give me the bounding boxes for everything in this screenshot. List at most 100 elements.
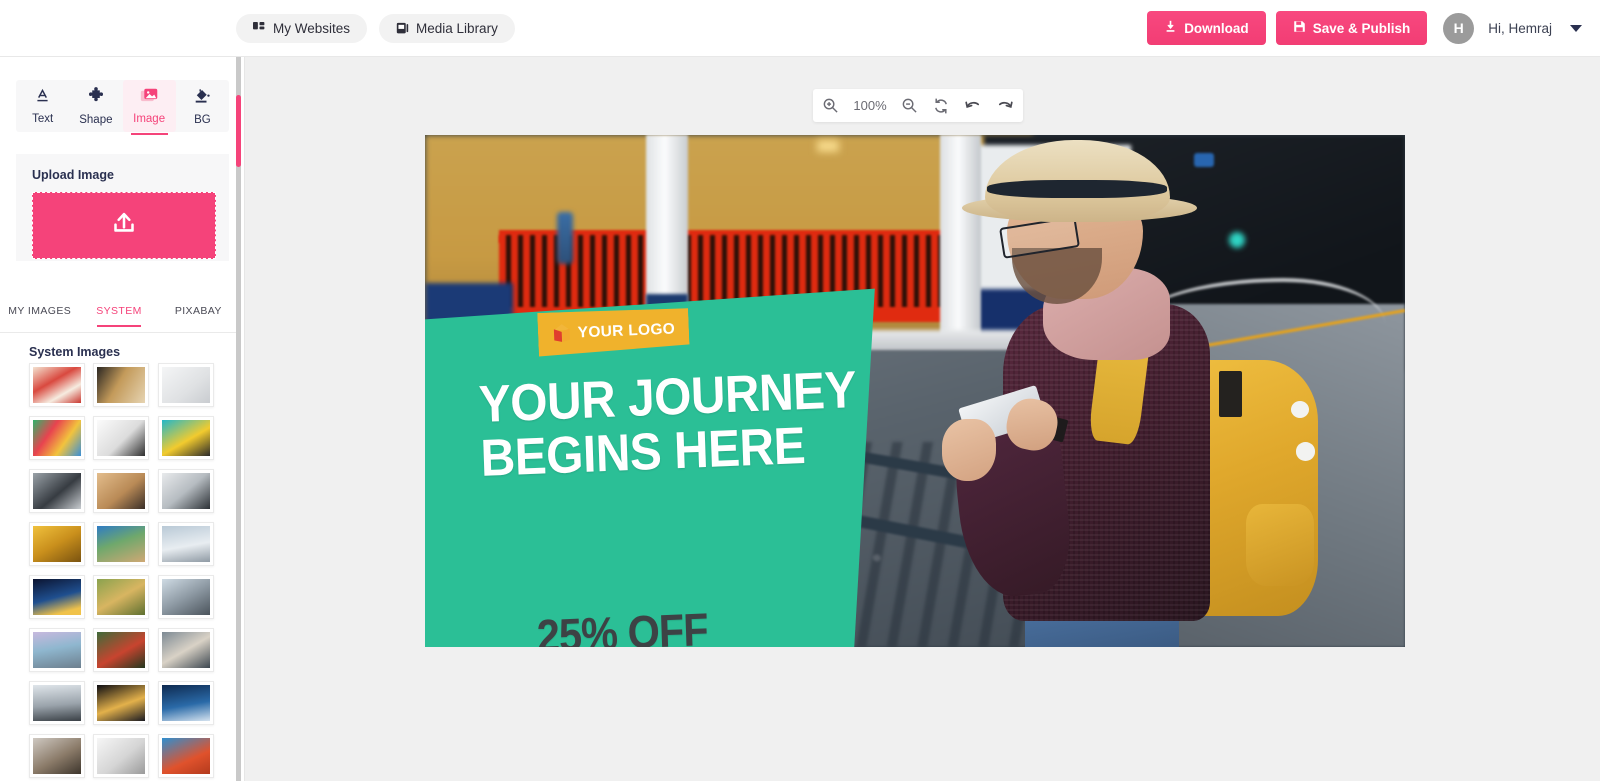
undo-icon[interactable] xyxy=(964,97,982,115)
system-image-thumbnail[interactable] xyxy=(29,363,85,407)
download-icon xyxy=(1164,20,1177,36)
thumbnail-beer-glass xyxy=(33,526,81,562)
thumbnail-road-desert xyxy=(33,685,81,721)
source-tab-my-images-label: MY IMAGES xyxy=(8,305,72,317)
system-image-thumbnail[interactable] xyxy=(157,363,214,407)
tool-tab-text[interactable]: Text xyxy=(16,80,69,132)
logo-text: YOUR LOGO xyxy=(577,320,676,342)
text-icon xyxy=(34,87,51,109)
thumbnail-white-pattern xyxy=(161,367,210,403)
download-button-label: Download xyxy=(1184,20,1249,36)
zoom-out-icon[interactable] xyxy=(901,97,918,114)
system-image-thumbnail[interactable] xyxy=(29,734,85,778)
bucket-icon xyxy=(193,87,211,110)
system-image-thumbnail[interactable] xyxy=(29,469,85,513)
zoom-level: 100% xyxy=(853,98,887,113)
redo-icon[interactable] xyxy=(996,97,1014,115)
grid-icon xyxy=(253,22,266,35)
tool-tab-group: Text Shape Image BG xyxy=(16,80,229,135)
system-image-thumbnail[interactable] xyxy=(93,469,150,513)
tool-tab-image[interactable]: Image xyxy=(122,80,176,135)
thumbnail-runner-bw xyxy=(161,473,210,509)
thumbnail-portrait-man xyxy=(33,738,81,774)
refresh-icon[interactable] xyxy=(932,97,950,115)
system-image-thumbnail[interactable] xyxy=(29,628,85,672)
thumbnail-woman-arms-up xyxy=(161,632,210,668)
thumbnail-coast-traveler xyxy=(97,526,146,562)
canvas-area: 100% YOUR LOGO YOUR JOURNEY BEGINS HERE … xyxy=(245,57,1600,781)
nav-my-websites[interactable]: My Websites xyxy=(236,14,368,43)
system-image-thumbnail[interactable] xyxy=(157,469,214,513)
chevron-down-icon[interactable] xyxy=(1570,24,1582,32)
system-image-thumbnail[interactable] xyxy=(93,416,150,460)
zoom-toolbar: 100% xyxy=(813,89,1023,122)
header-nav: My Websites Media Library xyxy=(236,14,515,43)
thumbnail-headphones xyxy=(97,420,146,456)
source-tab-pixabay[interactable]: PIXABAY xyxy=(159,305,238,326)
source-tab-pixabay-label: PIXABAY xyxy=(174,305,222,317)
source-tab-system[interactable]: SYSTEM xyxy=(79,305,158,327)
thumbnail-hammock xyxy=(97,632,146,668)
system-image-thumbnail[interactable] xyxy=(29,416,85,460)
save-icon xyxy=(1293,20,1306,36)
system-image-thumbnail[interactable] xyxy=(157,575,214,619)
tool-tab-bg-label: BG xyxy=(194,113,211,126)
system-image-thumbnail[interactable] xyxy=(93,363,150,407)
thumbnail-giraffe xyxy=(97,579,146,615)
system-image-thumbnail[interactable] xyxy=(29,681,85,725)
system-image-thumbnail[interactable] xyxy=(93,734,150,778)
tool-tab-shape[interactable]: Shape xyxy=(69,80,122,132)
system-image-thumbnail[interactable] xyxy=(29,575,85,619)
tool-tab-shape-label: Shape xyxy=(79,113,113,126)
tool-tab-bg[interactable]: BG xyxy=(176,80,229,132)
nav-my-websites-label: My Websites xyxy=(273,21,351,36)
system-image-thumbnail[interactable] xyxy=(157,522,214,566)
gallery-title: System Images xyxy=(29,345,121,359)
header-actions: Download Save & Publish H Hi, Hemraj xyxy=(1147,11,1582,45)
thumbnail-popcorn xyxy=(33,367,81,403)
banner-headline[interactable]: YOUR JOURNEY BEGINS HERE xyxy=(478,360,950,488)
system-images-grid xyxy=(29,363,214,778)
thumbnail-port-cranes xyxy=(161,579,210,615)
system-image-thumbnail[interactable] xyxy=(93,522,150,566)
traveler-photo-subject xyxy=(886,135,1337,647)
banner-canvas[interactable]: YOUR LOGO YOUR JOURNEY BEGINS HERE 25% O… xyxy=(425,135,1405,647)
sidebar-scrollbar[interactable] xyxy=(236,57,241,781)
nav-media-library[interactable]: Media Library xyxy=(379,14,515,43)
thumbnail-interior-wood xyxy=(97,367,146,403)
source-tab-my-images[interactable]: MY IMAGES xyxy=(0,305,79,326)
save-publish-button[interactable]: Save & Publish xyxy=(1275,11,1428,45)
system-image-thumbnail[interactable] xyxy=(157,416,214,460)
system-image-thumbnail[interactable] xyxy=(93,681,150,725)
download-button[interactable]: Download xyxy=(1147,11,1266,45)
upload-icon xyxy=(107,206,141,245)
banner-offer-text[interactable]: 25% OFF xyxy=(536,602,709,647)
thumbnail-city-night xyxy=(33,579,81,615)
system-image-thumbnail[interactable] xyxy=(93,628,150,672)
source-tab-system-label: SYSTEM xyxy=(96,305,142,317)
system-image-thumbnail[interactable] xyxy=(157,681,214,725)
save-publish-button-label: Save & Publish xyxy=(1312,20,1411,36)
app-header: My Websites Media Library Download Save … xyxy=(0,0,1600,57)
thumbnail-lake-reflect xyxy=(33,632,81,668)
thumbnail-red-tent xyxy=(161,738,210,774)
upload-dropzone[interactable] xyxy=(32,192,216,259)
nav-media-library-label: Media Library xyxy=(416,21,498,36)
system-image-thumbnail[interactable] xyxy=(93,575,150,619)
thumbnail-candy xyxy=(33,420,81,456)
system-image-thumbnail[interactable] xyxy=(157,628,214,672)
cube-logo-icon xyxy=(551,324,571,345)
thumbnail-skyline-blue xyxy=(161,685,210,721)
image-source-tabs: MY IMAGES SYSTEM PIXABAY xyxy=(0,305,238,333)
zoom-in-icon[interactable] xyxy=(822,97,839,114)
puzzle-icon xyxy=(87,86,105,110)
thumbnail-night-building xyxy=(97,685,146,721)
media-icon xyxy=(396,22,409,35)
system-image-thumbnail[interactable] xyxy=(29,522,85,566)
system-image-thumbnail[interactable] xyxy=(157,734,214,778)
tool-tab-image-label: Image xyxy=(133,113,166,125)
thumbnail-woman-sand xyxy=(97,473,146,509)
upload-image-title: Upload Image xyxy=(32,168,114,182)
sidebar-scrollbar-thumb[interactable] xyxy=(236,95,241,167)
avatar[interactable]: H xyxy=(1443,12,1475,44)
